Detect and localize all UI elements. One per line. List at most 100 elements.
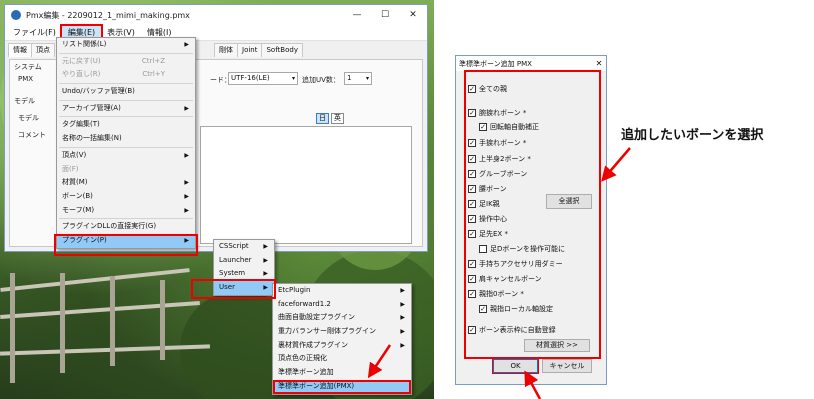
edit-menu-item-2[interactable]: 元に戻す(U) Ctrl+Z bbox=[57, 55, 195, 69]
tab-rigidbody[interactable]: 剛体 bbox=[214, 43, 238, 57]
menu-item-label: プラグインDLLの直接実行(G) bbox=[62, 222, 157, 231]
checkbox-checked-icon[interactable]: ✓ bbox=[468, 139, 476, 147]
chevron-right-icon: ▶ bbox=[400, 300, 405, 308]
checkbox-row-8[interactable]: ✓ 操作中心 bbox=[468, 214, 507, 224]
checkbox-row-10[interactable]: 足Dボーンを操作可能に bbox=[479, 244, 565, 254]
menu-item-label: 準標準ボーン追加 bbox=[278, 368, 334, 377]
edit-menu-item-10[interactable]: 名称の一括編集(N) bbox=[57, 132, 195, 146]
edit-menu-item-0[interactable]: リスト関係(L) ▶ bbox=[57, 38, 195, 52]
menu-shortcut: Ctrl+Y bbox=[142, 70, 165, 79]
checkbox-checked-icon[interactable]: ✓ bbox=[468, 260, 476, 268]
select-all-button[interactable]: 全選択 bbox=[546, 194, 592, 209]
chevron-right-icon: ▶ bbox=[400, 328, 405, 336]
user-menu-item-5[interactable]: 頂点色の正規化 bbox=[273, 352, 411, 366]
chevron-right-icon: ▶ bbox=[400, 341, 405, 349]
checkbox-row-13[interactable]: ✓ 親指0ボーン * bbox=[468, 289, 524, 299]
checkbox-row-6[interactable]: ✓ 腰ボーン bbox=[468, 184, 507, 194]
edit-menu-item-5[interactable]: Undo/バッファ管理(B) bbox=[57, 85, 195, 99]
checkbox-checked-icon[interactable]: ✓ bbox=[468, 230, 476, 238]
user-menu-item-1[interactable]: faceforward1.2 ▶ bbox=[273, 298, 411, 312]
window-titlebar[interactable]: Pmx編集 - 2209012_1_mimi_making.pmx — ☐ ✕ bbox=[5, 5, 427, 25]
checkbox-row-4[interactable]: ✓ 上半身2ボーン * bbox=[468, 154, 531, 164]
user-menu-item-2[interactable]: 曲面自動設定プラグイン ▶ bbox=[273, 311, 411, 325]
edit-menu-item-16[interactable]: モーフ(M) ▶ bbox=[57, 204, 195, 218]
model-section-label: モデル bbox=[14, 97, 35, 105]
checkbox-checked-icon[interactable]: ✓ bbox=[479, 305, 487, 313]
tab-joint[interactable]: Joint bbox=[237, 43, 263, 57]
tab-vertex[interactable]: 頂点 bbox=[31, 43, 55, 57]
plugin-menu-item-1[interactable]: Launcher ▶ bbox=[214, 254, 274, 268]
chevron-right-icon: ▶ bbox=[184, 41, 189, 48]
lang-jp-button[interactable]: 日 bbox=[316, 113, 329, 124]
cancel-button[interactable]: キャンセル bbox=[542, 359, 592, 373]
checkbox-checked-icon[interactable]: ✓ bbox=[468, 170, 476, 178]
close-button[interactable]: ✕ bbox=[399, 5, 427, 25]
user-menu-item-7[interactable]: 準標準ボーン追加(PMX) bbox=[273, 379, 411, 394]
checkbox-row-1[interactable]: ✓ 腕捩れボーン * bbox=[468, 108, 526, 118]
dialog-titlebar[interactable]: 準標準ボーン追加 PMX ✕ bbox=[456, 56, 606, 71]
edit-menu-item-14[interactable]: 材質(M) ▶ bbox=[57, 176, 195, 190]
dialog-close-button[interactable]: ✕ bbox=[592, 59, 606, 68]
uv-count-select[interactable]: 1 ▾ bbox=[344, 72, 372, 85]
menu-item-label: faceforward1.2 bbox=[278, 299, 331, 308]
user-menu-item-0[interactable]: EtcPlugin ▶ bbox=[273, 284, 411, 298]
checkbox-row-7[interactable]: ✓ 足IK親 bbox=[468, 199, 500, 209]
edit-menu-item-3[interactable]: やり直し(R) Ctrl+Y bbox=[57, 68, 195, 82]
tab-softbody[interactable]: SoftBody bbox=[261, 43, 303, 57]
checkbox-checked-icon[interactable]: ✓ bbox=[468, 109, 476, 117]
edit-menu-item-12[interactable]: 頂点(V) ▶ bbox=[57, 149, 195, 163]
checkbox-checked-icon[interactable]: ✓ bbox=[468, 85, 476, 93]
plugin-menu-item-2[interactable]: System ▶ bbox=[214, 267, 274, 281]
checkbox-checked-icon[interactable]: ✓ bbox=[468, 275, 476, 283]
checkbox-row-15[interactable]: ✓ ボーン表示枠に自動登録 bbox=[468, 325, 556, 335]
menu-item-label: 重力バランサー剛体プラグイン bbox=[278, 327, 376, 336]
checkbox-checked-icon[interactable]: ✓ bbox=[468, 326, 476, 334]
model-name-label: モデル bbox=[18, 114, 39, 122]
checkbox-label: 上半身2ボーン * bbox=[479, 155, 531, 163]
menu-file[interactable]: ファイル(F) bbox=[7, 26, 62, 40]
edit-menu-item-15[interactable]: ボーン(B) ▶ bbox=[57, 190, 195, 204]
comment-textarea[interactable] bbox=[200, 126, 412, 244]
ok-button[interactable]: OK bbox=[492, 358, 539, 374]
plugin-menu-item-3[interactable]: User ▶ bbox=[214, 281, 274, 295]
checkbox-row-5[interactable]: ✓ グルーブボーン bbox=[468, 169, 527, 179]
minimize-button[interactable]: — bbox=[343, 5, 371, 25]
lang-en-button[interactable]: 英 bbox=[331, 113, 344, 124]
edit-menu-item-9[interactable]: タグ編集(T) bbox=[57, 118, 195, 132]
checkbox-checked-icon[interactable]: ✓ bbox=[468, 200, 476, 208]
checkbox-checked-icon[interactable]: ✓ bbox=[468, 155, 476, 163]
maximize-button[interactable]: ☐ bbox=[371, 5, 399, 25]
checkbox-row-9[interactable]: ✓ 足先EX * bbox=[468, 229, 508, 239]
plugin-menu-item-0[interactable]: CSScript ▶ bbox=[214, 240, 274, 254]
user-submenu: EtcPlugin ▶ faceforward1.2 ▶ 曲面自動設定プラグイン ▶ 重力バ… bbox=[272, 283, 412, 395]
menu-item-label: EtcPlugin bbox=[278, 286, 311, 294]
checkbox-row-12[interactable]: ✓ 肩キャンセルボーン bbox=[468, 274, 542, 284]
menu-item-label: モーフ(M) bbox=[62, 205, 95, 214]
annotation-text: 追加したいボーンを選択 bbox=[621, 128, 764, 143]
checkbox-label: 親指ローカル軸設定 bbox=[490, 305, 553, 313]
comment-label: コメント bbox=[18, 131, 46, 139]
checkbox-label: 足Dボーンを操作可能に bbox=[490, 245, 566, 253]
checkbox-row-11[interactable]: ✓ 手持ちアクセサリ用ダミー bbox=[468, 259, 563, 269]
edit-menu-item-13[interactable]: 面(F) bbox=[57, 163, 195, 177]
user-menu-item-4[interactable]: 裏材質作成プラグイン ▶ bbox=[273, 339, 411, 353]
menu-item-label: タグ編集(T) bbox=[62, 120, 100, 129]
checkbox-row-0[interactable]: ✓ 全ての親 bbox=[468, 84, 507, 94]
checkbox-checked-icon[interactable]: ✓ bbox=[468, 215, 476, 223]
checkbox-checked-icon[interactable]: ✓ bbox=[468, 290, 476, 298]
checkbox-row-14[interactable]: ✓ 親指ローカル軸設定 bbox=[479, 304, 553, 314]
checkbox-row-3[interactable]: ✓ 手捩れボーン * bbox=[468, 138, 526, 148]
user-menu-item-6[interactable]: 準標準ボーン追加 bbox=[273, 366, 411, 380]
encode-value: UTF-16(LE) bbox=[231, 74, 270, 82]
tab-info[interactable]: 情報 bbox=[8, 43, 32, 57]
checkbox-checked-icon[interactable]: ✓ bbox=[468, 185, 476, 193]
edit-menu-item-18[interactable]: プラグインDLLの直接実行(G) bbox=[57, 220, 195, 234]
encode-select[interactable]: UTF-16(LE) ▾ bbox=[228, 72, 298, 85]
checkbox-unchecked-icon[interactable] bbox=[479, 245, 487, 253]
edit-menu-item-7[interactable]: アーカイブ管理(A) ▶ bbox=[57, 102, 195, 116]
material-select-button[interactable]: 材質選択 >> bbox=[524, 339, 590, 352]
checkbox-row-2[interactable]: ✓ 回転軸自動補正 bbox=[479, 122, 539, 132]
edit-menu-item-19[interactable]: プラグイン(P) ▶ bbox=[57, 233, 195, 248]
checkbox-checked-icon[interactable]: ✓ bbox=[479, 123, 487, 131]
user-menu-item-3[interactable]: 重力バランサー剛体プラグイン ▶ bbox=[273, 325, 411, 339]
